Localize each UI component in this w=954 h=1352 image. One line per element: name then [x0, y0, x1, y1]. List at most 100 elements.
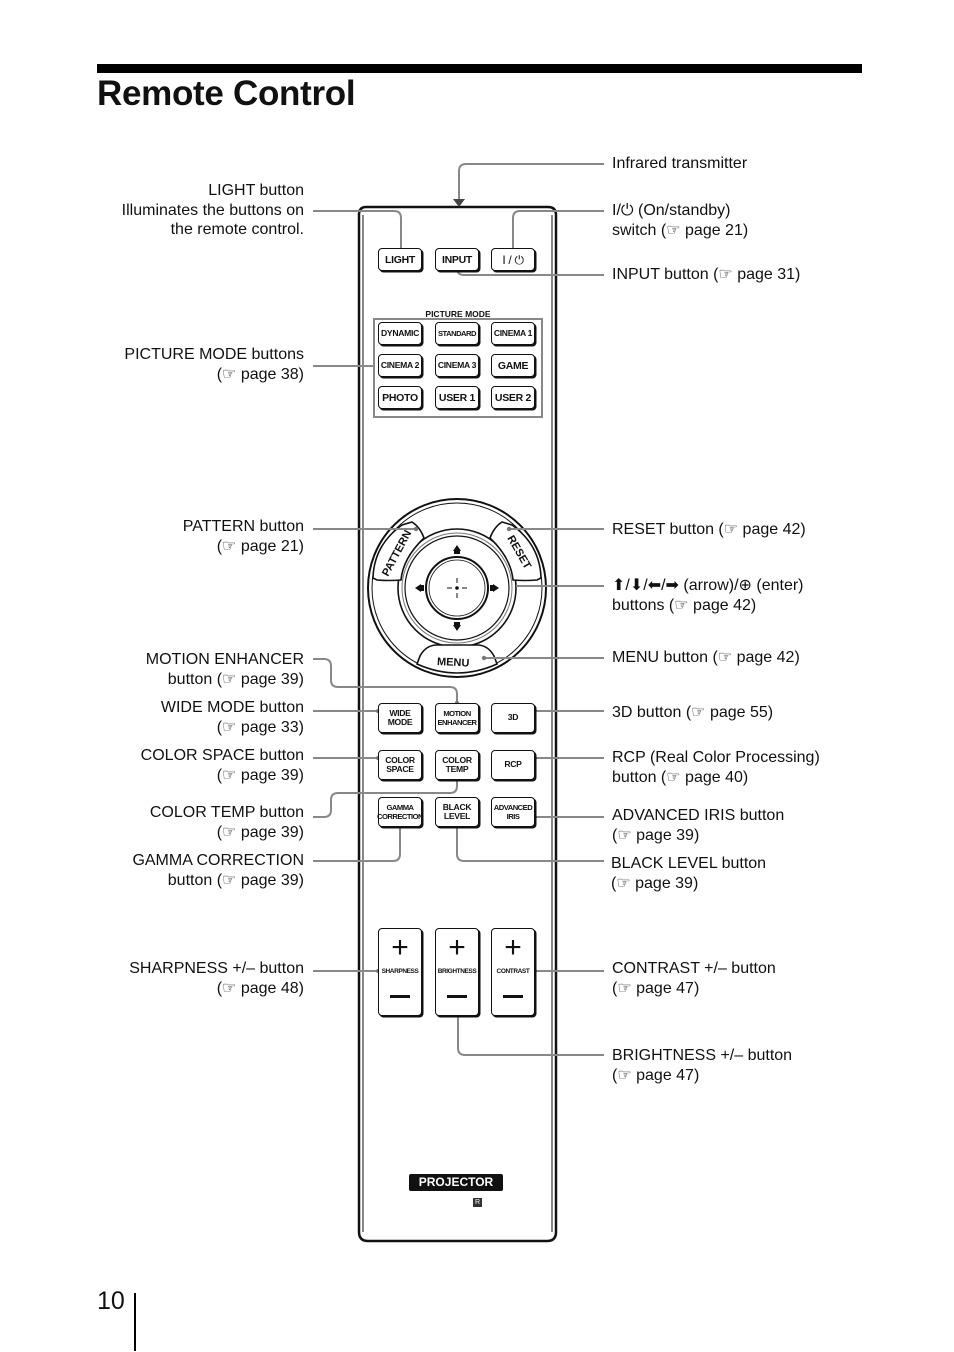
callout-light-line3: the remote control. — [170, 221, 304, 238]
gamma-correction-line2: CORRECTION — [376, 812, 424, 821]
picture-mode-cinema1[interactable]: CINEMA 1 — [491, 322, 535, 345]
callout-advanced-iris-line2: (☞ page 39) — [612, 826, 700, 844]
input-button[interactable]: INPUT — [435, 248, 479, 271]
callout-advanced-iris-line1: ADVANCED IRIS button — [612, 807, 785, 824]
callout-rcp-line2: button (☞ page 40) — [612, 768, 749, 786]
black-level-line2: LEVEL — [443, 811, 471, 821]
callout-wide-mode-line2: (☞ page 33) — [216, 718, 304, 736]
callout-advanced-iris: ADVANCED IRIS button (☞ page 39) — [612, 806, 784, 845]
callout-3d: 3D button (☞ page 55) — [612, 703, 773, 723]
color-space-line2: SPACE — [386, 764, 414, 774]
callout-arrows-line2: buttons (☞ page 42) — [612, 596, 757, 614]
sharpness-plus-icon[interactable]: + — [379, 933, 421, 963]
callout-color-temp-line1: COLOR TEMP button — [149, 804, 304, 821]
color-space-button[interactable]: COLOR SPACE — [378, 750, 422, 780]
light-button[interactable]: LIGHT — [378, 248, 422, 271]
gamma-correction-button[interactable]: GAMMA CORRECTION — [376, 797, 424, 827]
callout-brightness-line2: (☞ page 47) — [612, 1066, 700, 1084]
contrast-minus-icon[interactable] — [503, 995, 523, 998]
callout-pattern-line1: PATTERN button — [182, 518, 304, 535]
callout-3d-line1: 3D button (☞ page 55) — [612, 704, 774, 721]
color-temp-line2: TEMP — [445, 764, 469, 774]
picture-mode-user1[interactable]: USER 1 — [435, 386, 479, 409]
callout-color-space-line2: (☞ page 39) — [216, 766, 304, 784]
callout-picture-mode: PICTURE MODE buttons (☞ page 38) — [124, 345, 304, 384]
motion-enhancer-line1: MOTION — [443, 708, 471, 718]
callout-light: LIGHT button Illuminates the buttons on … — [122, 181, 304, 240]
callout-reset: RESET button (☞ page 42) — [612, 520, 806, 540]
callout-picture-mode-line1: PICTURE MODE buttons — [124, 346, 304, 363]
callout-input: INPUT button (☞ page 31) — [612, 265, 800, 285]
callout-pattern: PATTERN button (☞ page 21) — [183, 517, 304, 556]
advanced-iris-line2: IRIS — [506, 812, 520, 821]
callout-light-line1: LIGHT button — [208, 182, 304, 199]
callout-menu-line1: MENU button (☞ page 42) — [612, 649, 800, 666]
advanced-iris-line1: ADVANCED — [493, 802, 533, 812]
callout-picture-mode-line2: (☞ page 38) — [216, 365, 304, 383]
callout-motion-enhancer-line2: button (☞ page 39) — [167, 670, 304, 688]
power-button[interactable]: I / ⏻ — [491, 248, 535, 271]
callout-gamma-correction: GAMMA CORRECTION button (☞ page 39) — [132, 851, 304, 890]
callout-infrared: Infrared transmitter — [612, 154, 747, 174]
sharpness-rocker[interactable]: + SHARPNESS — [378, 928, 422, 1016]
brightness-rocker[interactable]: + BRIGHTNESS — [435, 928, 479, 1016]
projector-brand-label: PROJECTOR — [409, 1174, 503, 1191]
brightness-plus-icon[interactable]: + — [436, 933, 478, 963]
brightness-label: BRIGHTNESS — [437, 968, 477, 975]
contrast-label: CONTRAST — [496, 968, 530, 975]
callout-brightness: BRIGHTNESS +/– button (☞ page 47) — [612, 1046, 792, 1085]
callout-black-level: BLACK LEVEL button (☞ page 39) — [611, 854, 766, 893]
contrast-plus-icon[interactable]: + — [492, 933, 534, 963]
3d-button[interactable]: 3D — [491, 703, 535, 733]
callout-contrast: CONTRAST +/– button (☞ page 47) — [612, 959, 776, 998]
picture-mode-cinema3[interactable]: CINEMA 3 — [435, 354, 479, 377]
callout-light-line2: Illuminates the buttons on — [121, 201, 304, 219]
page-number-rule — [134, 1293, 136, 1351]
brightness-minus-icon[interactable] — [447, 995, 467, 998]
callout-gamma-correction-line1: GAMMA CORRECTION — [132, 852, 304, 869]
motion-enhancer-button[interactable]: MOTION ENHANCER — [435, 703, 479, 733]
callout-rcp-line1: RCP (Real Color Processing) — [612, 749, 820, 766]
callout-arrows-line1: ⬆/⬇/⬅/➡ (arrow)/⊕ (enter) — [612, 577, 804, 594]
advanced-iris-button[interactable]: ADVANCED IRIS — [491, 797, 535, 827]
black-level-button[interactable]: BLACK LEVEL — [435, 797, 479, 827]
callout-contrast-line1: CONTRAST +/– button — [612, 960, 776, 977]
callout-gamma-correction-line2: button (☞ page 39) — [167, 871, 304, 889]
brand-mark-icon: R — [473, 1198, 482, 1207]
callout-arrows: ⬆/⬇/⬅/➡ (arrow)/⊕ (enter) buttons (☞ pag… — [612, 576, 804, 615]
callout-wide-mode-line1: WIDE MODE button — [160, 699, 304, 716]
sharpness-minus-icon[interactable] — [390, 995, 410, 998]
callout-on-standby: I/⏻ (On/standby) switch (☞ page 21) — [612, 201, 748, 240]
callout-black-level-line1: BLACK LEVEL button — [611, 855, 767, 872]
callout-contrast-line2: (☞ page 47) — [612, 979, 700, 997]
callout-wide-mode: WIDE MODE button (☞ page 33) — [161, 698, 304, 737]
callout-menu: MENU button (☞ page 42) — [612, 648, 800, 668]
picture-mode-photo[interactable]: PHOTO — [378, 386, 422, 409]
picture-mode-dynamic[interactable]: DYNAMIC — [378, 322, 422, 345]
picture-mode-cinema2[interactable]: CINEMA 2 — [378, 354, 422, 377]
sharpness-label: SHARPNESS — [381, 968, 419, 975]
callout-sharpness-line1: SHARPNESS +/– button — [129, 960, 304, 977]
picture-mode-user2[interactable]: USER 2 — [491, 386, 535, 409]
wide-mode-button[interactable]: WIDE MODE — [378, 703, 422, 733]
callout-on-standby-line2: switch (☞ page 21) — [612, 221, 749, 239]
callout-on-standby-line1: I/⏻ (On/standby) — [612, 202, 731, 219]
callout-color-space: COLOR SPACE button (☞ page 39) — [141, 746, 304, 785]
callout-brightness-line1: BRIGHTNESS +/– button — [612, 1047, 793, 1064]
callout-motion-enhancer: MOTION ENHANCER button (☞ page 39) — [146, 650, 304, 689]
motion-enhancer-line2: ENHANCER — [437, 718, 477, 727]
color-temp-button[interactable]: COLOR TEMP — [435, 750, 479, 780]
gamma-correction-line1: GAMMA — [386, 802, 414, 812]
callout-pattern-line2: (☞ page 21) — [216, 537, 304, 555]
wide-mode-line2: MODE — [387, 717, 413, 727]
callout-infrared-line1: Infrared transmitter — [612, 155, 748, 172]
callout-black-level-line2: (☞ page 39) — [611, 874, 699, 892]
rcp-button[interactable]: RCP — [491, 750, 535, 780]
menu-label: MENU — [437, 656, 470, 670]
callout-color-temp: COLOR TEMP button (☞ page 39) — [150, 803, 304, 842]
callout-motion-enhancer-line1: MOTION ENHANCER — [145, 651, 304, 668]
contrast-rocker[interactable]: + CONTRAST — [491, 928, 535, 1016]
callout-sharpness: SHARPNESS +/– button (☞ page 48) — [129, 959, 304, 998]
picture-mode-standard[interactable]: STANDARD — [435, 322, 479, 345]
picture-mode-game[interactable]: GAME — [491, 354, 535, 377]
